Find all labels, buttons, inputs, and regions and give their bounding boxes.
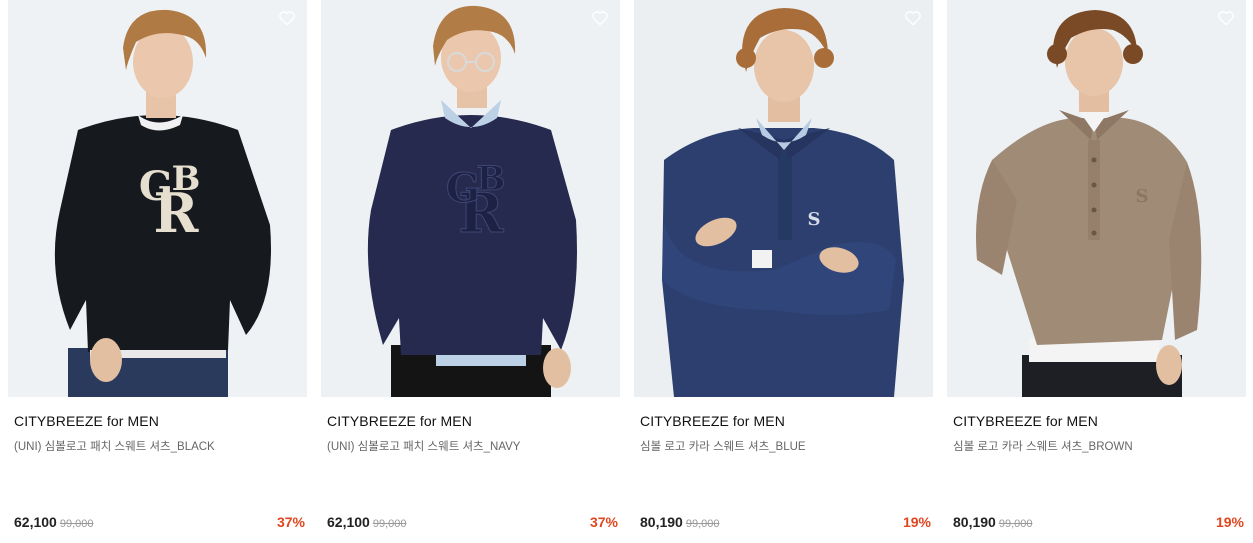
sale-price: 80,190: [640, 514, 683, 530]
discount-rate: 19%: [1215, 514, 1244, 530]
product-name[interactable]: 심볼 로고 카라 스웨트 셔츠_BROWN: [953, 438, 1133, 454]
wishlist-heart-icon[interactable]: [277, 8, 297, 28]
svg-text:B: B: [477, 159, 506, 199]
product-image[interactable]: S: [634, 0, 933, 397]
discount-rate: 19%: [902, 514, 931, 530]
product-image[interactable]: R G B: [321, 0, 620, 397]
product-brand[interactable]: CITYBREEZE for MEN: [14, 413, 159, 429]
wishlist-heart-icon[interactable]: [590, 8, 610, 28]
product-name[interactable]: 심볼 로고 카라 스웨트 셔츠_BLUE: [640, 438, 806, 454]
product-card[interactable]: S CITYBREEZE for MEN 심볼 로고 카라 스웨트 셔츠_BLU…: [634, 0, 933, 543]
product-brand[interactable]: CITYBREEZE for MEN: [640, 413, 785, 429]
price-row: 80,190 99,000 19%: [953, 514, 1244, 532]
sale-price: 80,190: [953, 514, 996, 530]
product-image[interactable]: S: [947, 0, 1246, 397]
original-price: 99,000: [685, 518, 720, 530]
svg-text:G: G: [139, 163, 173, 210]
product-card[interactable]: S CITYBREEZE for MEN 심볼 로고 카라 스웨트 셔츠_BRO…: [947, 0, 1246, 543]
sale-price: 62,100: [327, 514, 370, 530]
svg-text:G: G: [446, 165, 480, 212]
price-row: 62,100 99,000 37%: [327, 514, 618, 532]
sale-price: 62,100: [14, 514, 57, 530]
original-price: 99,000: [998, 518, 1033, 530]
discount-rate: 37%: [276, 514, 305, 530]
product-name[interactable]: (UNI) 심볼로고 패치 스웨트 셔츠_NAVY: [327, 438, 520, 454]
svg-text:B: B: [172, 159, 201, 199]
price-row: 80,190 99,000 19%: [640, 514, 931, 532]
original-price: 99,000: [372, 518, 407, 530]
product-name[interactable]: (UNI) 심볼로고 패치 스웨트 셔츠_BLACK: [14, 438, 215, 454]
product-grid: R G B CITYBREEZE for MEN (UNI) 심볼로고 패치 스…: [0, 0, 1253, 543]
svg-text:S: S: [808, 209, 821, 230]
product-image[interactable]: R G B: [8, 0, 307, 397]
wishlist-heart-icon[interactable]: [903, 8, 923, 28]
product-brand[interactable]: CITYBREEZE for MEN: [327, 413, 472, 429]
product-card[interactable]: R G B CITYBREEZE for MEN (UNI) 심볼로고 패치 스…: [321, 0, 620, 543]
original-price: 99,000: [59, 518, 94, 530]
product-brand[interactable]: CITYBREEZE for MEN: [953, 413, 1098, 429]
discount-rate: 37%: [589, 514, 618, 530]
wishlist-heart-icon[interactable]: [1216, 8, 1236, 28]
product-card[interactable]: R G B CITYBREEZE for MEN (UNI) 심볼로고 패치 스…: [8, 0, 307, 543]
price-row: 62,100 99,000 37%: [14, 514, 305, 532]
svg-text:S: S: [1136, 186, 1149, 207]
